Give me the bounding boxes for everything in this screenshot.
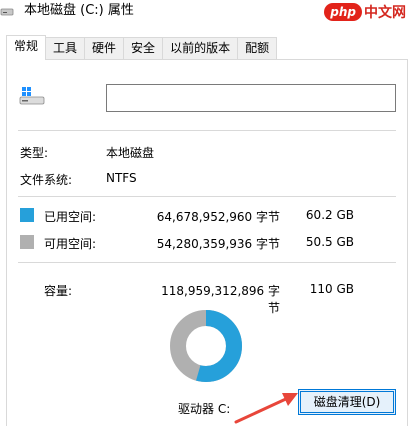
tab-quota[interactable]: 配额 xyxy=(237,37,278,60)
type-label: 类型: xyxy=(20,146,49,160)
tab-hardware[interactable]: 硬件 xyxy=(84,37,125,60)
free-space-swatch xyxy=(20,235,34,249)
capacity-label: 容量: xyxy=(44,284,73,298)
disk-cleanup-button[interactable]: 磁盘清理(D) xyxy=(298,389,396,415)
drive-icon xyxy=(19,87,45,105)
tab-strip: 常规 工具 硬件 安全 以前的版本 配额 xyxy=(6,35,278,60)
free-space-label: 可用空间: xyxy=(44,237,97,251)
drive-title-icon xyxy=(0,8,14,16)
usage-donut-chart xyxy=(170,310,242,382)
filesystem-label: 文件系统: xyxy=(20,173,73,187)
separator xyxy=(18,196,396,197)
used-space-bytes: 64,678,952,960 字节 xyxy=(156,210,280,224)
tab-general[interactable]: 常规 xyxy=(6,35,47,60)
separator xyxy=(18,262,396,263)
used-space-swatch xyxy=(20,208,34,222)
title-bar: 本地磁盘 (C:) 属性 php 中文网 xyxy=(0,0,412,28)
drive-label: 驱动器 C: xyxy=(178,402,231,416)
used-space-size: 60.2 GB xyxy=(305,208,354,222)
capacity-size: 110 GB xyxy=(309,282,354,296)
window-title: 本地磁盘 (C:) 属性 xyxy=(24,3,134,18)
watermark-text: 中文网 xyxy=(364,5,406,21)
used-space-label: 已用空间: xyxy=(44,210,97,224)
free-space-size: 50.5 GB xyxy=(305,235,354,249)
volume-name-input[interactable] xyxy=(106,84,396,112)
free-space-bytes: 54,280,359,936 字节 xyxy=(156,237,280,251)
tab-security[interactable]: 安全 xyxy=(123,37,164,60)
watermark: php 中文网 xyxy=(324,2,406,22)
type-value: 本地磁盘 xyxy=(106,146,155,160)
separator xyxy=(18,130,396,131)
watermark-logo: php xyxy=(324,3,362,21)
filesystem-value: NTFS xyxy=(106,171,137,185)
tab-previous-versions[interactable]: 以前的版本 xyxy=(162,37,239,60)
tab-tools[interactable]: 工具 xyxy=(45,37,86,60)
